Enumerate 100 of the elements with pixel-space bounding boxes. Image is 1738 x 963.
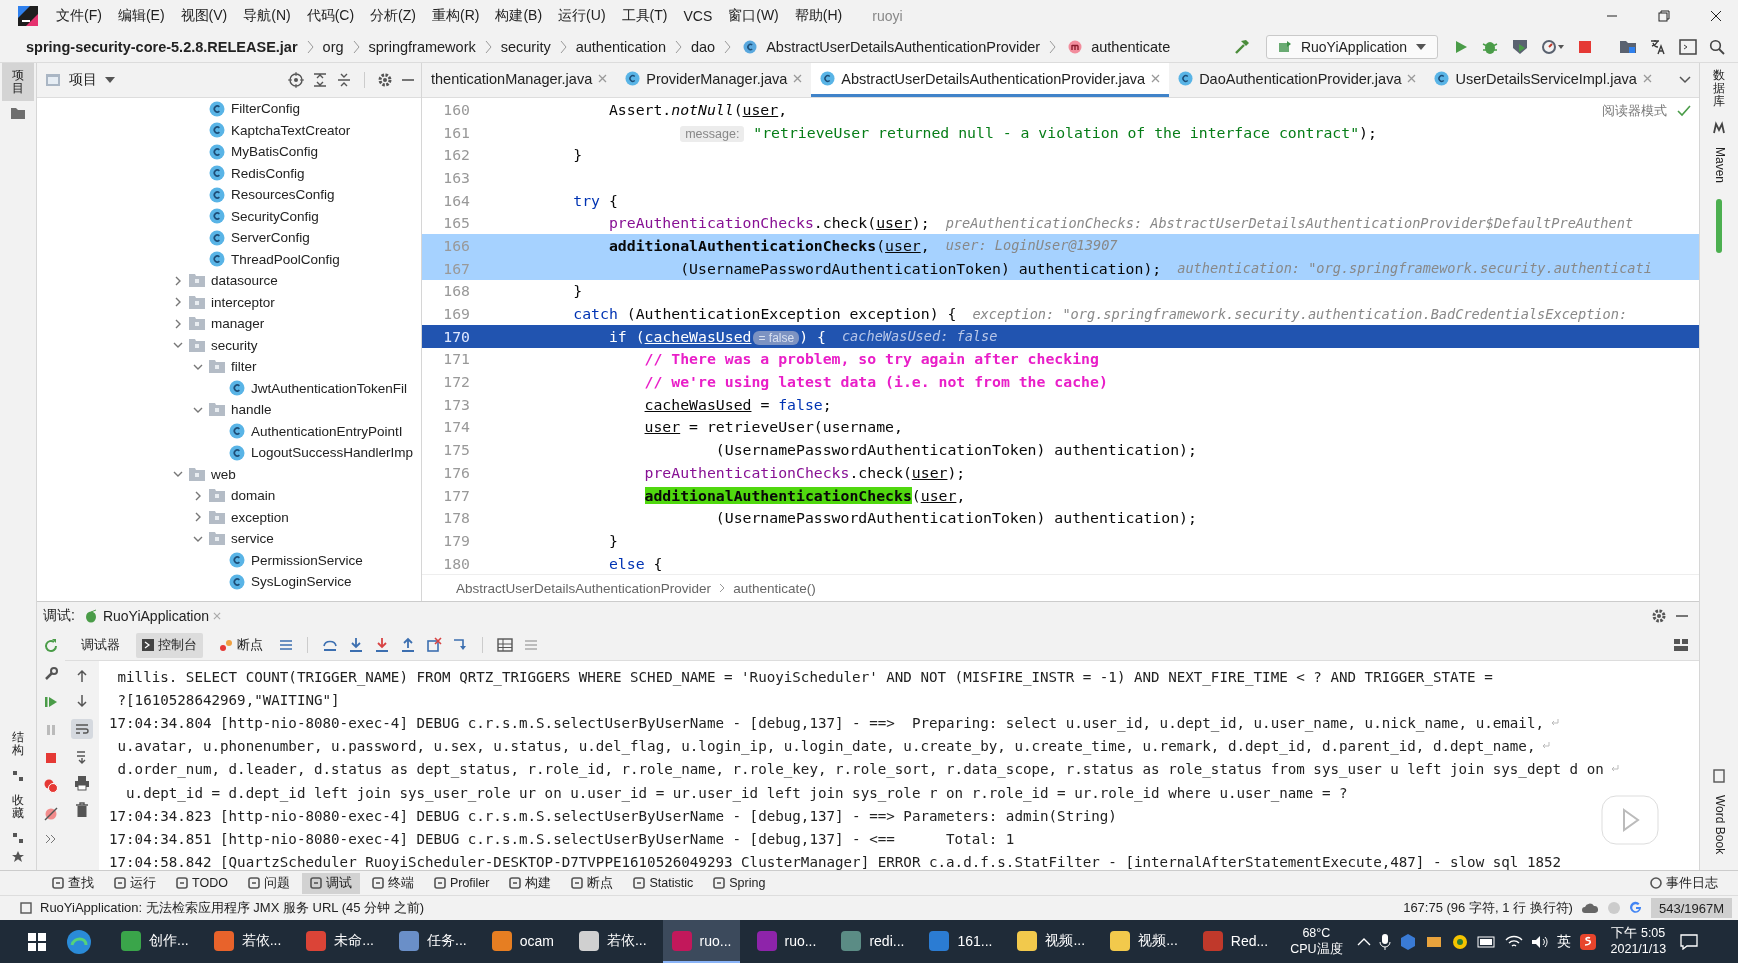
breadcrumb[interactable]: AbstractUserDetailsAuthenticationProvider	[456, 580, 712, 596]
menu-item[interactable]: 文件(F)	[48, 6, 110, 25]
trash-icon[interactable]	[75, 802, 89, 818]
tool-window-tab[interactable]: 数据库	[1703, 63, 1735, 115]
clock-time[interactable]: 下午 5:05	[1611, 925, 1666, 942]
tree-item[interactable]: SecurityConfig	[231, 208, 319, 224]
status-message[interactable]: RuoYiApplication: 无法检索应用程序 JMX 服务 URL (45 分钟 之前)	[40, 899, 425, 917]
tool-window-tab[interactable]: TODO	[168, 874, 236, 892]
tool-window-tab[interactable]: Maven	[1704, 140, 1734, 189]
drop-frame-icon[interactable]	[426, 637, 442, 653]
taskbar-app[interactable]: ruo...	[662, 920, 740, 963]
tree-item[interactable]: manager	[211, 316, 265, 332]
tree-item[interactable]: JwtAuthenticationTokenFil	[251, 380, 408, 396]
tree-item[interactable]: MyBatisConfig	[231, 144, 319, 160]
chevron-down-icon[interactable]	[1679, 76, 1691, 84]
menu-item[interactable]: VCS	[675, 7, 721, 24]
tool-window-tab[interactable]: Profiler	[425, 874, 498, 892]
tree-item[interactable]: ThreadPoolConfig	[231, 251, 340, 267]
tree-item[interactable]: ServerConfig	[231, 230, 310, 246]
menu-item[interactable]: 重构(R)	[424, 6, 488, 25]
windows-start-icon[interactable]	[28, 932, 46, 951]
taskbar-app[interactable]: redi...	[832, 920, 913, 963]
profiler-icon[interactable]	[1541, 37, 1565, 56]
tree-item[interactable]: PermissionService	[251, 552, 363, 568]
editor-tab[interactable]: thenticationManager.java	[422, 63, 617, 97]
tree-item[interactable]: ResourcesConfig	[231, 187, 335, 203]
translate-icon[interactable]	[1649, 37, 1667, 56]
taskbar-app[interactable]: 视频...	[1101, 920, 1186, 963]
book-icon[interactable]	[1713, 768, 1725, 783]
stop-icon[interactable]	[43, 750, 59, 766]
tree-item[interactable]: SysLoginService	[251, 574, 352, 590]
close-icon[interactable]	[1710, 9, 1722, 22]
battery-icon[interactable]	[1476, 935, 1497, 948]
tree-item[interactable]: exception	[231, 509, 289, 525]
editor-tab[interactable]: DaoAuthenticationProvider.java	[1169, 63, 1426, 97]
taskbar-app[interactable]: 未命...	[297, 920, 382, 963]
tool-window-tab[interactable]: 断点	[563, 872, 622, 894]
rerun-icon[interactable]	[43, 638, 59, 654]
breadcrumb[interactable]: springframework	[368, 38, 476, 55]
window-icon[interactable]	[1679, 38, 1697, 55]
mute-breakpoints-icon[interactable]	[43, 806, 59, 822]
step-out-icon[interactable]	[400, 637, 416, 653]
cube-icon[interactable]	[1398, 932, 1417, 951]
notification-icon[interactable]	[1680, 933, 1699, 950]
taskbar-app[interactable]: Red...	[1193, 920, 1277, 963]
soft-wrap-icon[interactable]	[71, 719, 93, 739]
tree-item[interactable]: domain	[231, 488, 276, 504]
wifi-icon[interactable]	[1504, 934, 1523, 949]
tool-window-tab[interactable]: Word Book	[1704, 788, 1734, 860]
taskbar-app[interactable]: 若依...	[204, 920, 290, 963]
reader-mode-link[interactable]: 阅读器模式	[1602, 102, 1667, 120]
force-step-into-icon[interactable]	[374, 637, 390, 653]
taskbar-app[interactable]: 若依...	[569, 920, 655, 963]
tool-window-tab[interactable]: Statistic	[625, 874, 702, 892]
input-method[interactable]: 英	[1556, 932, 1571, 951]
menu-item[interactable]: 窗口(W)	[720, 6, 787, 25]
tree-item[interactable]: datasource	[211, 273, 278, 289]
tree-item[interactable]: LogoutSuccessHandlerImp	[251, 445, 414, 461]
tree-item[interactable]: service	[231, 531, 274, 547]
taskbar-app[interactable]: ocam	[482, 920, 562, 963]
taskbar-app[interactable]: 161...	[920, 920, 1001, 963]
session-tab[interactable]: RuoYiApplication	[82, 608, 221, 624]
debug-tab[interactable]: 调试器	[75, 632, 126, 658]
breadcrumb[interactable]: authenticate()	[733, 580, 816, 596]
clock-date[interactable]: 2021/1/13	[1610, 941, 1667, 958]
chevron-up-icon[interactable]	[1356, 936, 1371, 947]
breadcrumb[interactable]: AbstractUserDetailsAuthenticationProvider	[766, 38, 1041, 55]
menu-item[interactable]: 分析(Z)	[362, 6, 424, 25]
collapse-all-icon[interactable]	[336, 72, 352, 88]
tree-item[interactable]: interceptor	[211, 294, 275, 310]
menu-item[interactable]: 帮助(H)	[786, 6, 851, 25]
breadcrumb[interactable]: spring-security-core-5.2.8.RELEASE.jar	[26, 38, 298, 55]
folder-icon[interactable]	[11, 107, 25, 120]
menu-item[interactable]: 构建(B)	[487, 6, 551, 25]
layout-icon[interactable]	[1673, 638, 1689, 652]
breadcrumb[interactable]: dao	[691, 38, 716, 55]
maven-icon[interactable]	[1712, 120, 1726, 135]
tool-icon[interactable]	[12, 832, 24, 844]
caret-position[interactable]: 167:75 (96 字符, 1 行 换行符)	[1403, 899, 1573, 917]
tree-item[interactable]: web	[211, 466, 236, 482]
tree-item[interactable]: handle	[231, 402, 272, 418]
speaker-icon[interactable]	[1530, 934, 1549, 949]
settings-icon[interactable]	[1651, 608, 1667, 624]
expand-all-icon[interactable]	[312, 72, 328, 88]
tool-window-tab[interactable]: 构建	[501, 872, 560, 894]
menu-icon[interactable]	[279, 639, 293, 651]
tree-item[interactable]: RedisConfig	[231, 165, 305, 181]
browser-icon[interactable]	[66, 928, 92, 955]
folder-icon[interactable]	[1619, 38, 1637, 55]
tool-window-tab[interactable]: 终端	[363, 872, 422, 894]
editor-tab[interactable]: UserDetailsServiceImpl.java	[1425, 63, 1661, 97]
debug-tab[interactable]: 断点	[213, 632, 269, 658]
menu-item[interactable]: 视图(V)	[172, 6, 236, 25]
resume-icon[interactable]	[43, 694, 59, 710]
breadcrumb[interactable]: org	[322, 38, 344, 55]
event-log-tab[interactable]: 事件日志	[1642, 872, 1726, 894]
breakpoints-icon[interactable]	[43, 778, 59, 794]
tool-window-tab[interactable]: 问题	[239, 872, 298, 894]
tree-item[interactable]: AuthenticationEntryPointI	[251, 423, 403, 439]
menu-item[interactable]: 运行(U)	[550, 6, 614, 25]
